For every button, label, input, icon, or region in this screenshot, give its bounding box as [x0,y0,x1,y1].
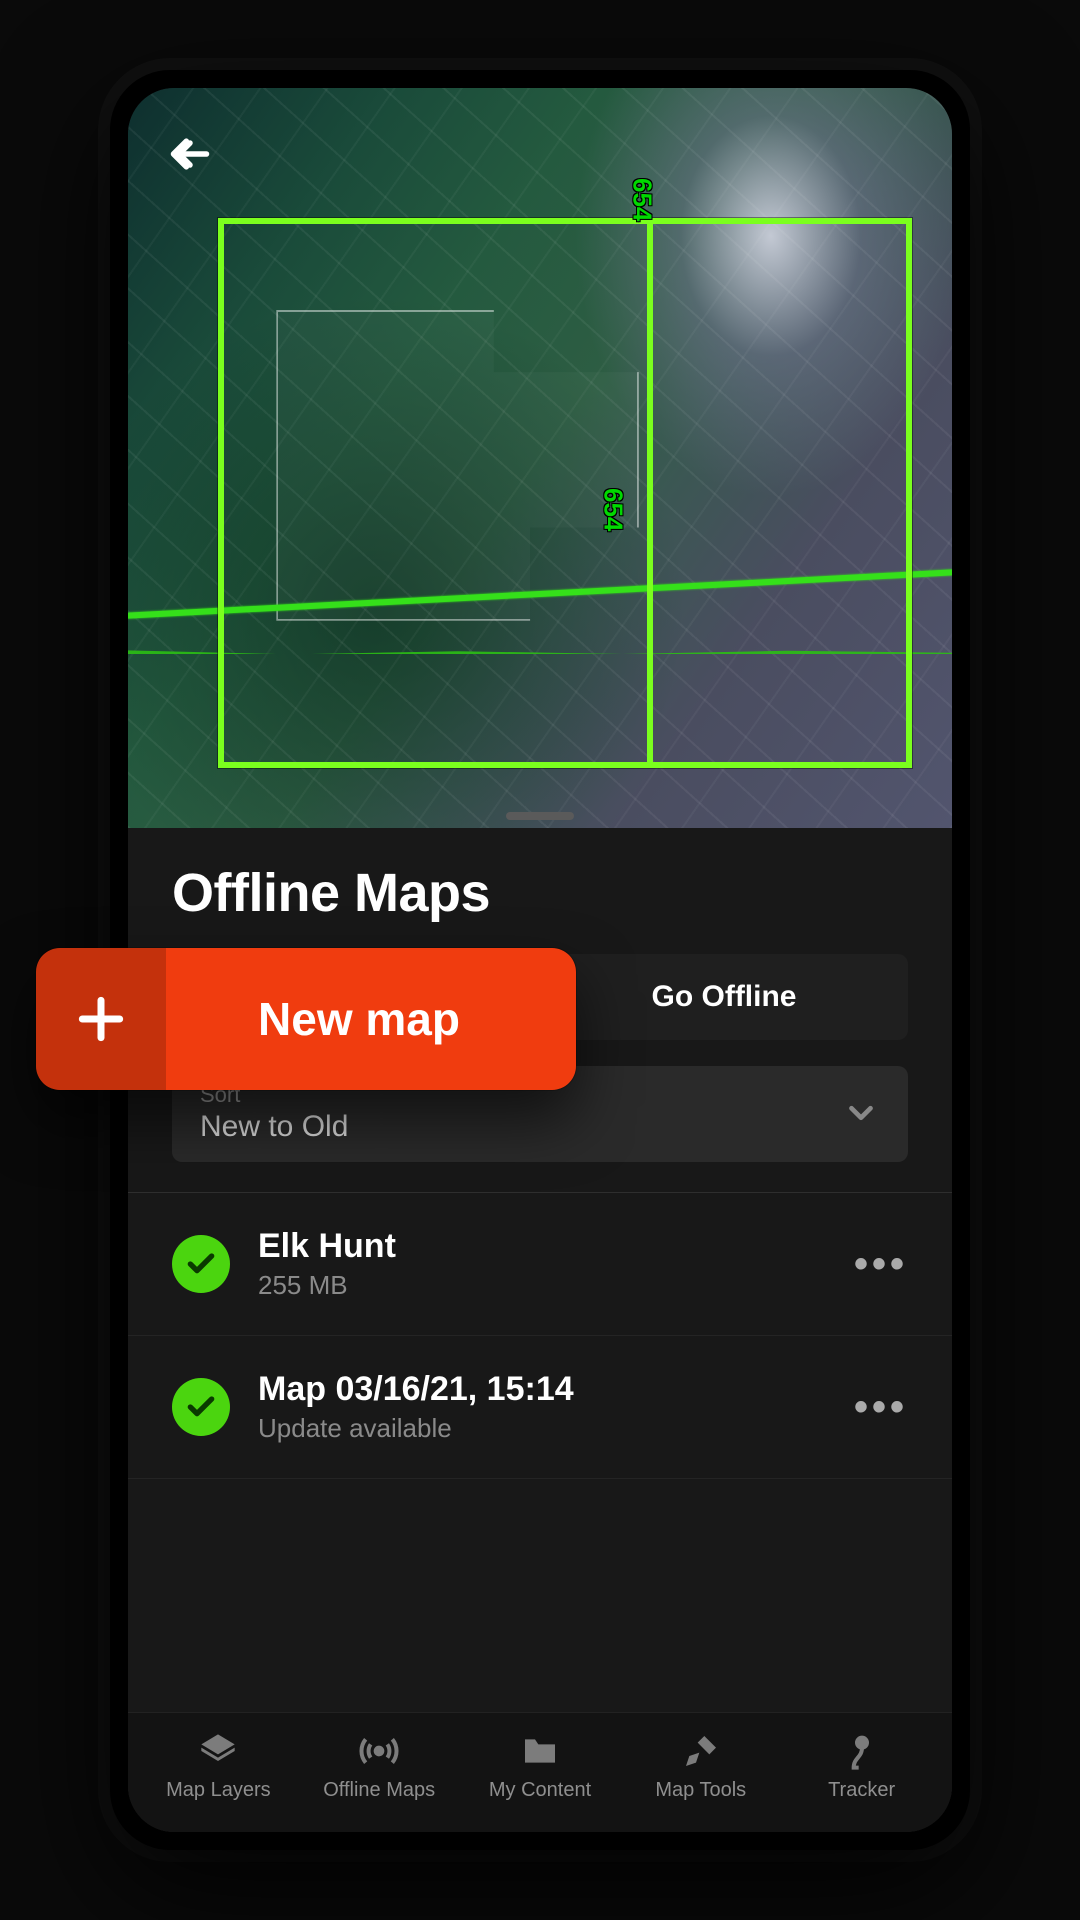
sort-value: New to Old [200,1110,348,1144]
new-map-label: New map [166,992,576,1046]
plus-icon-zone [36,948,166,1090]
arrow-left-icon [168,132,212,176]
new-map-button[interactable]: New map [36,948,576,1090]
status-badge [172,1378,230,1436]
chevron-down-icon [842,1094,880,1132]
folder-icon [520,1731,560,1771]
offline-map-selection-box[interactable] [218,218,912,768]
item-texts: Elk Hunt 255 MB [258,1227,826,1301]
tab-go-offline[interactable]: Go Offline [540,954,908,1040]
offline-map-status: Update available [258,1413,826,1444]
offline-map-size: 255 MB [258,1270,826,1301]
check-icon [185,1248,217,1280]
tools-icon [681,1731,721,1771]
back-button[interactable] [162,126,218,182]
more-options-button[interactable]: ••• [854,1242,908,1287]
nav-label: My Content [489,1779,591,1802]
more-options-button[interactable]: ••• [854,1385,908,1430]
nav-label: Map Tools [655,1779,746,1802]
offline-map-item[interactable]: Map 03/16/21, 15:14 Update available ••• [128,1336,952,1479]
sheet-grabber[interactable] [506,812,574,820]
selection-divider [647,218,653,768]
broadcast-icon [359,1731,399,1771]
offline-map-item[interactable]: Elk Hunt 255 MB ••• [128,1193,952,1336]
offline-map-name: Elk Hunt [258,1227,826,1266]
zone-label: 654 [598,488,629,531]
nav-tracker[interactable]: Tracker [781,1731,942,1802]
zone-label: 654 [627,178,658,221]
nav-map-tools[interactable]: Map Tools [620,1731,781,1802]
nav-label: Tracker [828,1779,895,1802]
nav-offline-maps[interactable]: Offline Maps [299,1731,460,1802]
map-view[interactable]: 654 654 [128,88,952,828]
nav-label: Map Layers [166,1779,271,1802]
sheet-title: Offline Maps [128,820,952,954]
tab-go-offline-label: Go Offline [652,980,797,1014]
check-icon [185,1391,217,1423]
offline-map-name: Map 03/16/21, 15:14 [258,1370,826,1409]
nav-map-layers[interactable]: Map Layers [138,1731,299,1802]
tracker-icon [842,1731,882,1771]
nav-my-content[interactable]: My Content [460,1731,621,1802]
nav-label: Offline Maps [323,1779,435,1802]
bottom-nav: Map Layers Offline Maps My Content Map T… [128,1712,952,1832]
plus-icon [73,991,129,1047]
layers-icon [198,1731,238,1771]
status-badge [172,1235,230,1293]
item-texts: Map 03/16/21, 15:14 Update available [258,1370,826,1444]
